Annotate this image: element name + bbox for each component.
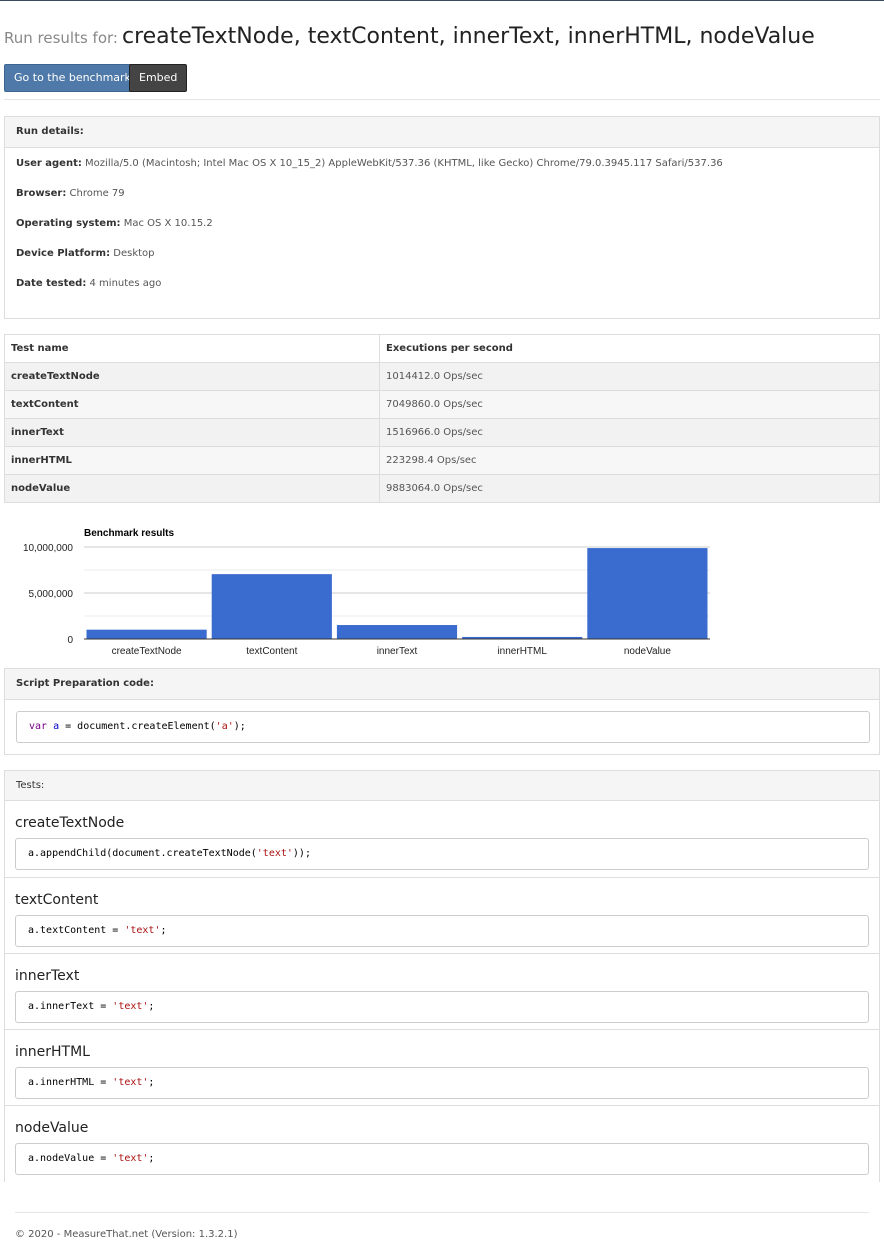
test-name-cell: innerText	[4, 418, 380, 447]
divider	[4, 99, 880, 100]
chart-bar	[336, 625, 458, 639]
chart-bar	[211, 574, 332, 639]
test-name-cell: innerHTML	[4, 446, 380, 475]
chart-bar	[86, 629, 207, 639]
test-item: textContent a.textContent = 'text';	[4, 877, 880, 954]
table-header-row: Test name Executions per second	[4, 334, 880, 363]
test-code: a.textContent = 'text';	[15, 915, 869, 947]
code-string: 'text'	[112, 1153, 149, 1164]
code-text: a.appendChild(document.createTextNode(	[28, 848, 257, 859]
code-text: a.textContent =	[28, 925, 125, 936]
tests-panel: Tests:	[4, 770, 880, 801]
ops-cell: 9883064.0 Ops/sec	[379, 474, 880, 503]
table-row: createTextNode 1014412.0 Ops/sec	[4, 362, 880, 391]
date-label: Date tested:	[16, 278, 87, 289]
page-title-text: createTextNode, textContent, innerText, …	[121, 24, 815, 49]
code-string: 'a'	[215, 721, 234, 732]
chart-title: Benchmark results	[84, 528, 174, 539]
test-title: innerHTML	[15, 1044, 90, 1060]
code-text: a.nodeValue =	[28, 1153, 113, 1164]
test-title: nodeValue	[15, 1120, 89, 1136]
chart-x-tick-label: nodeValue	[624, 646, 672, 657]
top-border	[0, 0, 884, 1]
platform-value: Desktop	[113, 248, 155, 259]
chart-y-tick-label: 10,000,000	[23, 543, 73, 554]
test-item: innerHTML a.innerHTML = 'text';	[4, 1029, 880, 1106]
code-text: = document.createElement(	[59, 721, 216, 732]
code-string: 'text'	[112, 1001, 149, 1012]
benchmark-chart: Benchmark results 0 5,000,000 10,000,000 cr…	[23, 528, 710, 657]
date-row: Date tested: 4 minutes ago	[16, 278, 161, 289]
code-text: a.innerText =	[28, 1001, 113, 1012]
code-end: );	[233, 721, 246, 732]
run-details-panel: Run details: User agent: Mozilla/5.0 (Ma…	[4, 116, 880, 319]
user-agent-label: User agent:	[16, 158, 82, 169]
ops-cell: 1014412.0 Ops/sec	[379, 362, 880, 391]
test-item: nodeValue a.nodeValue = 'text';	[4, 1105, 880, 1182]
code-string: 'text'	[256, 848, 293, 859]
chart-y-tick-label: 5,000,000	[29, 589, 74, 600]
code-end: ;	[148, 1077, 155, 1088]
go-to-benchmark-button[interactable]: Go to the benchmark	[4, 64, 141, 92]
test-title: textContent	[15, 892, 99, 908]
browser-row: Browser: Chrome 79	[16, 188, 125, 199]
code-text: a.innerHTML =	[28, 1077, 113, 1088]
test-code: a.innerText = 'text';	[15, 991, 869, 1023]
platform-label: Device Platform:	[16, 248, 111, 259]
script-preparation-heading: Script Preparation code:	[5, 669, 879, 700]
test-item: innerText a.innerText = 'text';	[4, 953, 880, 1030]
test-code: a.appendChild(document.createTextNode('t…	[15, 838, 869, 870]
results-table: Test name Executions per second createTe…	[4, 334, 880, 503]
code-end: ;	[148, 1153, 155, 1164]
test-name-cell: nodeValue	[4, 474, 380, 503]
test-title: innerText	[15, 968, 80, 984]
date-value: 4 minutes ago	[89, 278, 162, 289]
ops-cell: 223298.4 Ops/sec	[379, 446, 880, 475]
test-title: createTextNode	[15, 815, 125, 831]
user-agent-row: User agent: Mozilla/5.0 (Macintosh; Inte…	[16, 158, 723, 169]
run-details-heading: Run details:	[5, 117, 879, 148]
table-row: textContent 7049860.0 Ops/sec	[4, 390, 880, 419]
code-end: ;	[148, 1001, 155, 1012]
table-row: innerHTML 223298.4 Ops/sec	[4, 446, 880, 475]
code-end: ;	[160, 925, 167, 936]
chart-x-tick-label: innerText	[377, 646, 418, 657]
column-header-executions: Executions per second	[379, 334, 880, 363]
chart-x-tick-label: createTextNode	[112, 646, 182, 657]
browser-value: Chrome 79	[69, 188, 125, 199]
os-value: Mac OS X 10.15.2	[123, 218, 213, 229]
test-code: a.innerHTML = 'text';	[15, 1067, 869, 1099]
table-row: innerText 1516966.0 Ops/sec	[4, 418, 880, 447]
script-preparation-panel: Script Preparation code: var a = documen…	[4, 668, 880, 755]
footer-divider	[15, 1212, 869, 1213]
ops-cell: 1516966.0 Ops/sec	[379, 418, 880, 447]
test-item: createTextNode a.appendChild(document.cr…	[4, 800, 880, 877]
test-name-cell: createTextNode	[4, 362, 380, 391]
page-title-label: Run results for:	[4, 29, 118, 47]
chart-y-tick-label: 0	[67, 635, 73, 646]
chart-x-tick-label: textContent	[246, 646, 297, 657]
code-string: 'text'	[124, 925, 161, 936]
ops-cell: 7049860.0 Ops/sec	[379, 390, 880, 419]
tests-heading: Tests:	[5, 771, 879, 801]
table-row: nodeValue 9883064.0 Ops/sec	[4, 474, 880, 503]
os-row: Operating system: Mac OS X 10.15.2	[16, 218, 213, 229]
test-name-cell: textContent	[4, 390, 380, 419]
embed-button[interactable]: Embed	[129, 64, 188, 92]
chart-x-tick-label: innerHTML	[497, 646, 547, 657]
os-label: Operating system:	[16, 218, 121, 229]
code-string: 'text'	[112, 1077, 149, 1088]
preparation-code: var a = document.createElement('a');	[16, 711, 870, 743]
code-keyword: var	[29, 721, 48, 732]
platform-row: Device Platform: Desktop	[16, 248, 155, 259]
test-code: a.nodeValue = 'text';	[15, 1143, 869, 1175]
column-header-test-name: Test name	[4, 334, 380, 363]
chart-bar	[587, 548, 708, 639]
footer-text: © 2020 - MeasureThat.net (Version: 1.3.2…	[15, 1229, 238, 1240]
browser-label: Browser:	[16, 188, 67, 199]
code-end: ));	[292, 848, 311, 859]
user-agent-value: Mozilla/5.0 (Macintosh; Intel Mac OS X 1…	[85, 158, 723, 169]
page-title: Run results for: createTextNode, textCont…	[4, 24, 815, 49]
